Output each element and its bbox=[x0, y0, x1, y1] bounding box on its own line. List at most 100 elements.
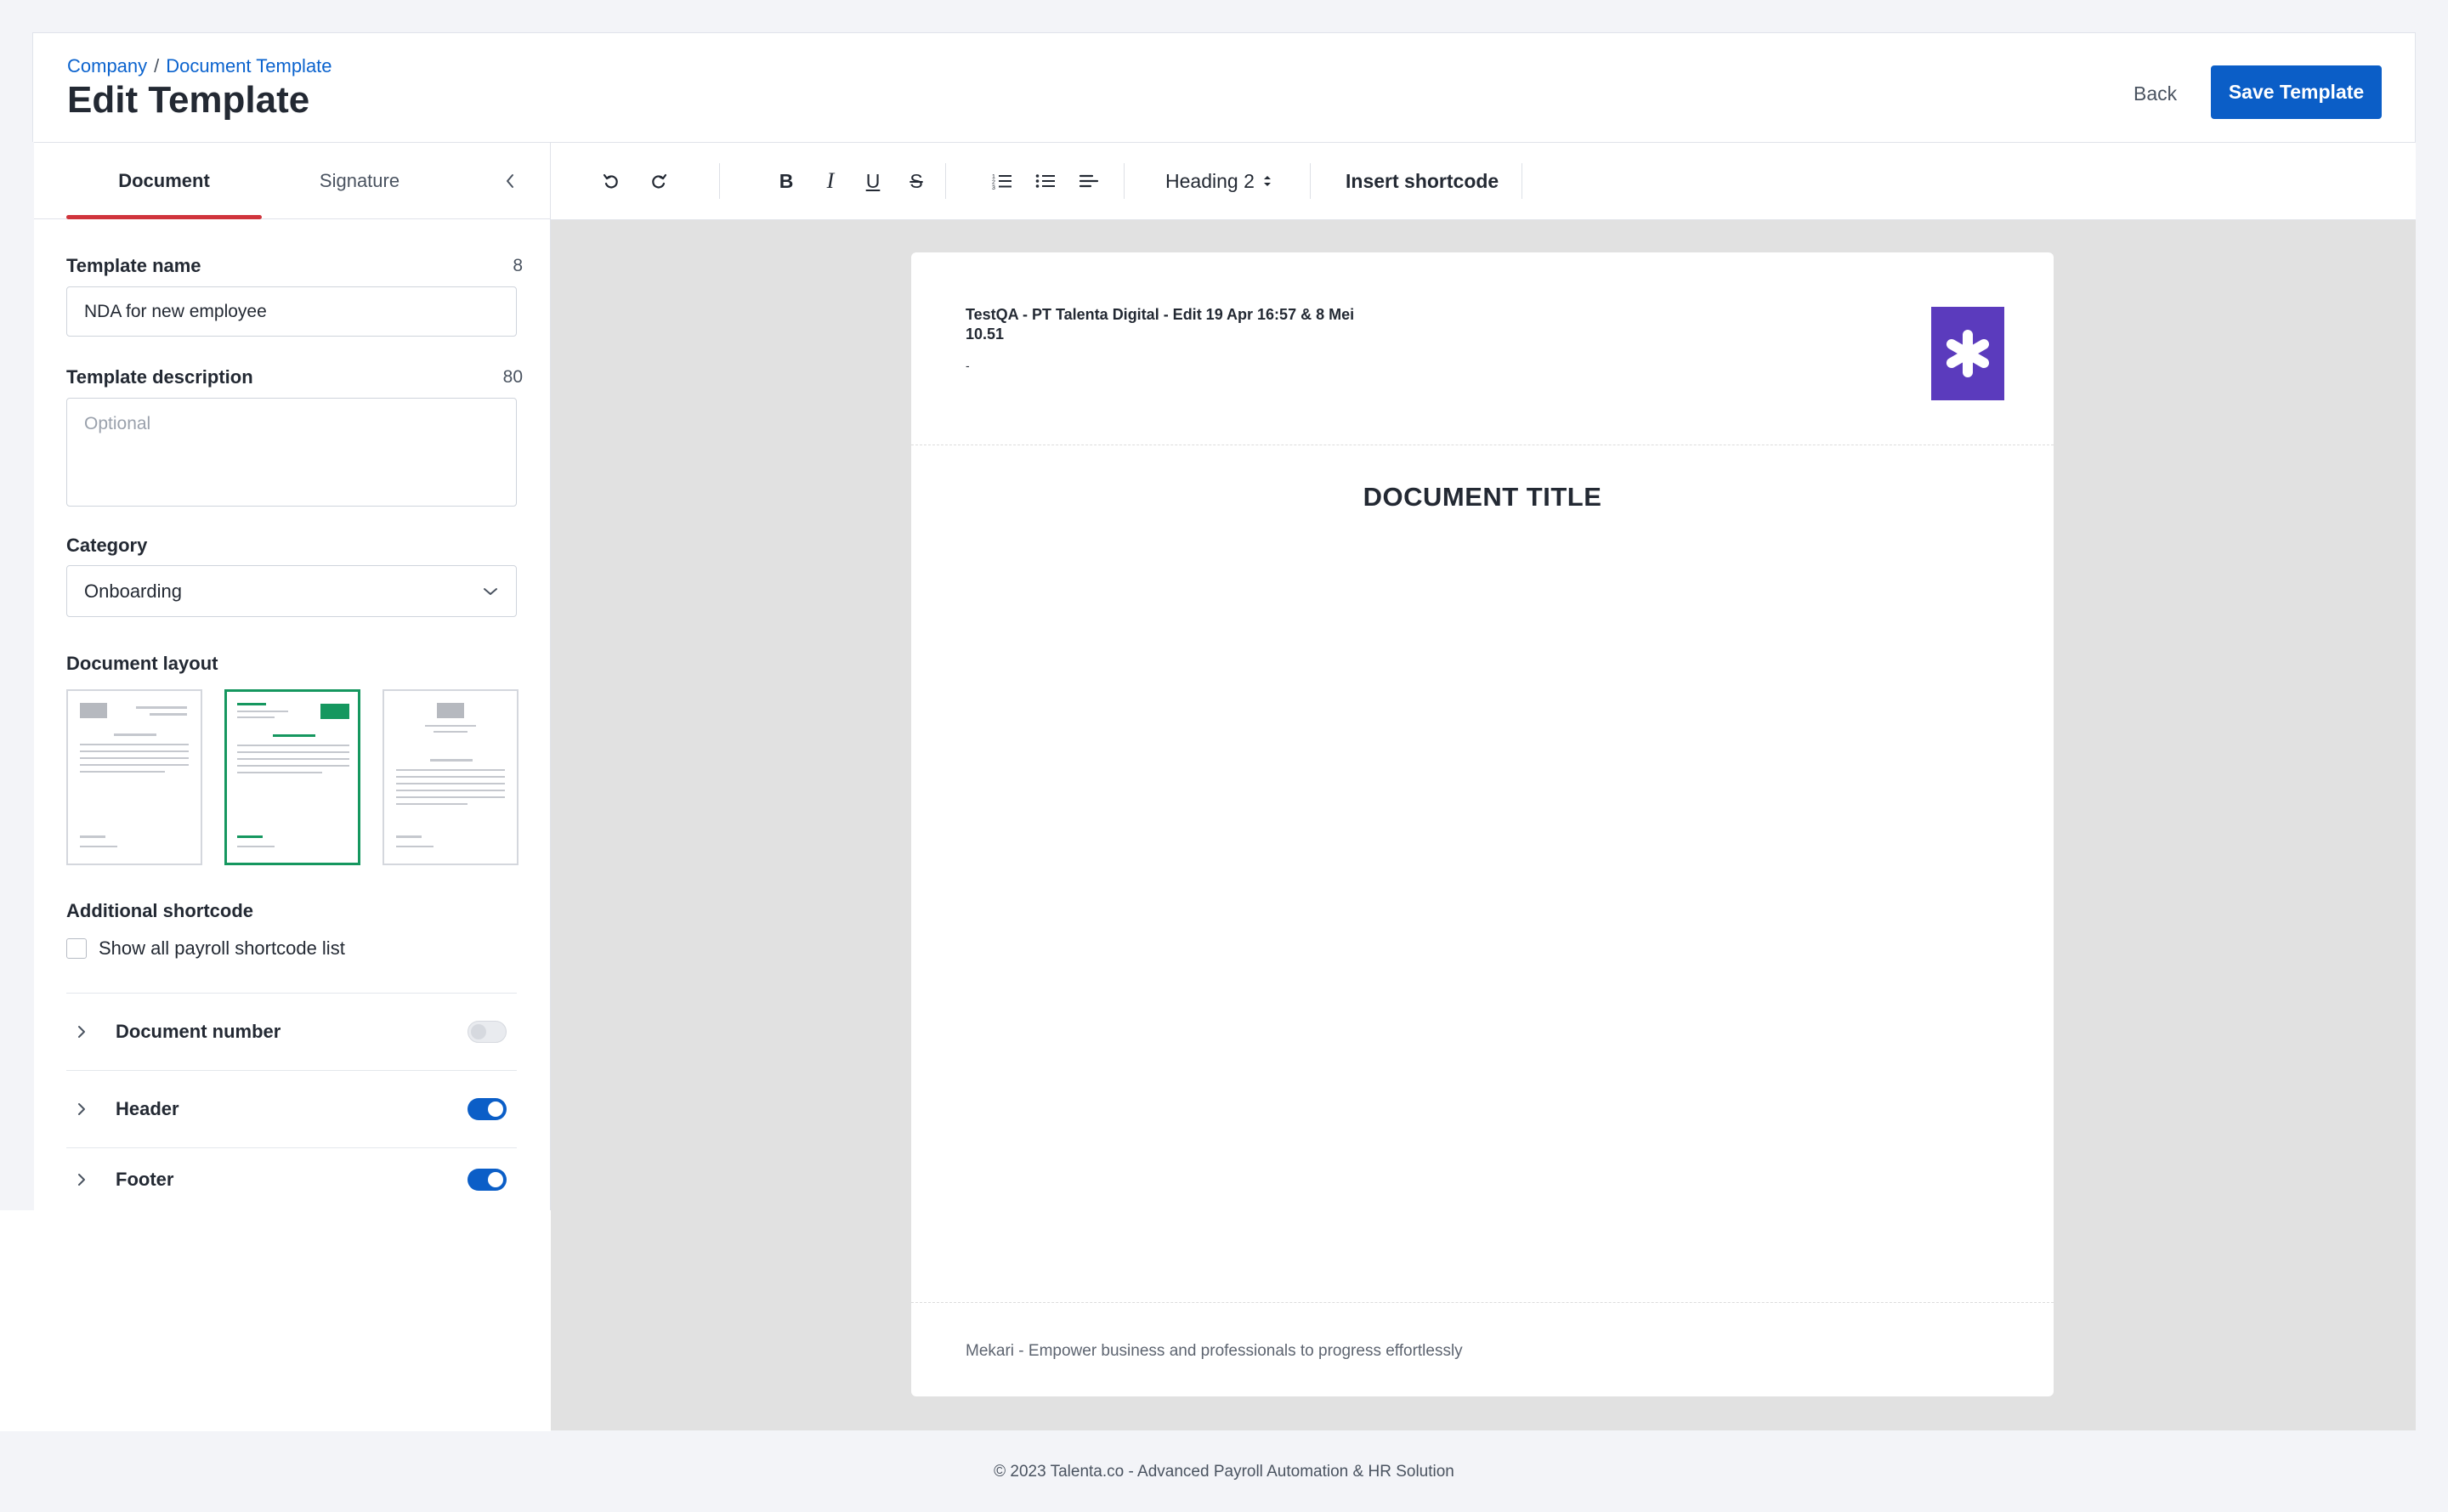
layout-line bbox=[396, 783, 505, 784]
layout-line bbox=[80, 750, 189, 752]
sort-arrows-icon bbox=[1263, 176, 1271, 186]
strikethrough-button[interactable]: S bbox=[898, 163, 934, 199]
layout-logo-block bbox=[437, 703, 464, 718]
layout-logo-block bbox=[320, 704, 349, 719]
section-document-number: Document number bbox=[66, 993, 517, 1070]
toolbar-divider bbox=[1310, 163, 1311, 199]
layout-line bbox=[150, 713, 187, 716]
layout-line bbox=[396, 776, 505, 778]
toggle-knob bbox=[488, 1101, 503, 1117]
layout-line bbox=[237, 758, 349, 760]
layout-title-line bbox=[430, 759, 473, 762]
payroll-shortcode-checkbox-row[interactable]: Show all payroll shortcode list bbox=[66, 937, 345, 960]
section-footer: Footer bbox=[66, 1147, 517, 1211]
align-button[interactable] bbox=[1071, 163, 1107, 199]
template-name-input[interactable]: NDA for new employee bbox=[66, 286, 517, 337]
document-header-text[interactable]: TestQA - PT Talenta Digital - Edit 19 Ap… bbox=[966, 305, 1365, 344]
layout-option-2[interactable] bbox=[224, 689, 360, 865]
settings-panel: Document Signature Template name 8 NDA f… bbox=[34, 142, 551, 1210]
page-header: Company / Document Template Edit Template … bbox=[32, 32, 2416, 142]
document-footer-text[interactable]: Mekari - Empower business and profession… bbox=[966, 1342, 1463, 1361]
undo-button[interactable] bbox=[593, 163, 629, 199]
redo-icon bbox=[652, 173, 667, 189]
redo-button[interactable] bbox=[641, 163, 677, 199]
document-title[interactable]: DOCUMENT TITLE bbox=[911, 482, 2054, 512]
heading-select-value: Heading 2 bbox=[1165, 169, 1255, 192]
chevron-right-icon bbox=[78, 1026, 85, 1038]
chevron-right-icon bbox=[78, 1103, 85, 1115]
chevron-down-icon bbox=[484, 587, 497, 595]
layout-line bbox=[434, 731, 468, 733]
template-description-label: Template description bbox=[66, 366, 253, 388]
undo-icon bbox=[603, 173, 618, 189]
breadcrumb-company[interactable]: Company bbox=[67, 55, 147, 76]
insert-shortcode-button[interactable]: Insert shortcode bbox=[1346, 163, 1499, 199]
layout-line bbox=[237, 772, 322, 773]
category-label: Category bbox=[66, 535, 148, 556]
header-toggle[interactable] bbox=[468, 1098, 507, 1120]
layout-logo-block bbox=[80, 703, 107, 718]
category-select[interactable]: Onboarding bbox=[66, 565, 517, 617]
layout-title-line bbox=[114, 733, 156, 736]
footer-label: Footer bbox=[116, 1169, 174, 1190]
template-name-count: 8 bbox=[513, 256, 523, 275]
layout-line bbox=[80, 744, 189, 745]
additional-shortcode-label: Additional shortcode bbox=[66, 900, 253, 921]
site-footer: © 2023 Talenta.co - Advanced Payroll Aut… bbox=[0, 1431, 2448, 1512]
document-header-subtext: - bbox=[966, 359, 970, 372]
document-layout-label: Document layout bbox=[66, 653, 218, 674]
document-page[interactable]: TestQA - PT Talenta Digital - Edit 19 Ap… bbox=[911, 252, 2054, 1396]
bullet-list-icon bbox=[1035, 174, 1055, 188]
save-template-button[interactable]: Save Template bbox=[2211, 65, 2382, 119]
layout-line bbox=[396, 796, 505, 798]
layout-line bbox=[237, 703, 266, 705]
ordered-list-button[interactable]: 123 bbox=[984, 163, 1020, 199]
layout-line bbox=[237, 751, 349, 753]
category-value: Onboarding bbox=[84, 580, 182, 602]
template-description-input[interactable]: Optional bbox=[66, 398, 517, 507]
layout-title-line bbox=[273, 734, 315, 737]
document-number-toggle[interactable] bbox=[468, 1021, 507, 1043]
layout-line bbox=[425, 725, 476, 727]
layout-line bbox=[80, 771, 165, 773]
layout-option-1[interactable] bbox=[66, 689, 202, 865]
heading-select[interactable]: Heading 2 bbox=[1165, 163, 1273, 199]
tab-document[interactable]: Document bbox=[66, 143, 262, 219]
underline-button[interactable]: U bbox=[855, 163, 891, 199]
layout-line bbox=[396, 790, 505, 791]
back-button[interactable]: Back bbox=[2111, 67, 2199, 120]
layout-option-3[interactable] bbox=[382, 689, 518, 865]
layout-line bbox=[237, 745, 349, 746]
layout-line bbox=[396, 835, 422, 838]
toolbar-divider bbox=[719, 163, 720, 199]
expand-header-button[interactable] bbox=[73, 1101, 90, 1118]
editor-toolbar: B I U S 123 Heading 2 Insert shortcode bbox=[551, 142, 2416, 220]
payroll-shortcode-checkbox-label: Show all payroll shortcode list bbox=[99, 937, 345, 959]
collapse-panel-button[interactable] bbox=[493, 164, 527, 198]
italic-button[interactable]: I bbox=[813, 163, 848, 199]
toolbar-divider bbox=[945, 163, 946, 199]
bold-button[interactable]: B bbox=[768, 163, 804, 199]
template-name-label: Template name bbox=[66, 255, 201, 276]
layout-line bbox=[237, 835, 263, 838]
editor-canvas: TestQA - PT Talenta Digital - Edit 19 Ap… bbox=[551, 220, 2416, 1430]
layout-line bbox=[396, 769, 505, 771]
template-description-count: 80 bbox=[502, 367, 523, 387]
breadcrumb-document-template[interactable]: Document Template bbox=[166, 55, 332, 76]
panel-tabs: Document Signature bbox=[34, 143, 551, 219]
layout-line bbox=[80, 757, 189, 759]
bullet-list-button[interactable] bbox=[1028, 163, 1063, 199]
layout-line bbox=[237, 765, 349, 767]
layout-line bbox=[136, 706, 187, 709]
breadcrumb-separator: / bbox=[154, 55, 160, 76]
tab-signature[interactable]: Signature bbox=[262, 143, 457, 219]
expand-footer-button[interactable] bbox=[73, 1171, 90, 1188]
layout-line bbox=[396, 803, 468, 805]
expand-document-number-button[interactable] bbox=[73, 1023, 90, 1040]
svg-text:3: 3 bbox=[992, 185, 995, 190]
footer-toggle[interactable] bbox=[468, 1169, 507, 1191]
payroll-shortcode-checkbox[interactable] bbox=[66, 938, 87, 959]
asterisk-logo-icon bbox=[1946, 330, 1990, 377]
toolbar-divider bbox=[1124, 163, 1125, 199]
company-logo bbox=[1931, 307, 2004, 400]
